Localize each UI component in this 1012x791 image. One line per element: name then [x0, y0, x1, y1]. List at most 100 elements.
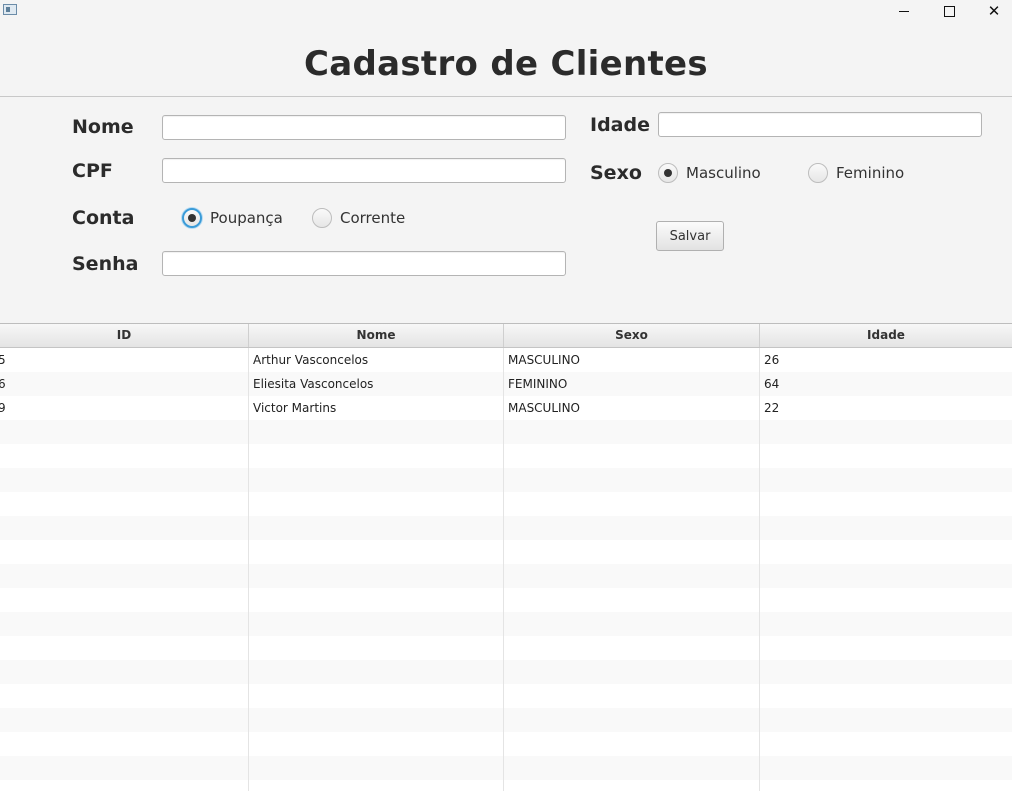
table-cell [760, 612, 1012, 636]
senha-input[interactable] [162, 251, 566, 276]
table-row[interactable] [0, 420, 1012, 444]
table-cell: 26 [764, 353, 780, 367]
table-cell [249, 732, 504, 756]
table-cell: MASCULINO [504, 396, 760, 420]
column-header-idade[interactable]: Idade [760, 324, 1012, 347]
table-cell [0, 444, 249, 468]
table-cell [760, 516, 1012, 540]
table-cell [249, 492, 504, 516]
table-cell [0, 492, 249, 516]
radio-selected-indicator [658, 163, 678, 183]
table-cell [760, 540, 1012, 564]
table-cell [760, 468, 1012, 492]
table-row[interactable] [0, 756, 1012, 780]
sexo-feminino-radio[interactable]: Feminino [808, 163, 904, 183]
table-row[interactable] [0, 612, 1012, 636]
maximize-icon [943, 5, 955, 17]
table-cell [0, 564, 249, 588]
table-cell [504, 516, 760, 540]
minimize-button[interactable] [881, 0, 927, 22]
table-row[interactable] [0, 588, 1012, 612]
table-cell [249, 516, 504, 540]
table-row[interactable] [0, 684, 1012, 708]
table-cell: Victor Martins [249, 396, 504, 420]
cpf-input[interactable] [162, 158, 566, 183]
radio-selected-indicator [182, 208, 202, 228]
table-cell [249, 612, 504, 636]
table-cell [504, 732, 760, 756]
table-cell [760, 636, 1012, 660]
table-cell [0, 612, 249, 636]
table-cell [0, 780, 249, 791]
conta-corrente-radio[interactable]: Corrente [312, 208, 405, 228]
table-cell: 64 [764, 377, 780, 391]
idade-input[interactable] [658, 112, 982, 137]
maximize-button[interactable] [926, 0, 972, 22]
conta-poupanca-radio[interactable]: Poupança [182, 208, 283, 228]
table-cell [0, 684, 249, 708]
table-cell [249, 780, 504, 791]
sexo-masculino-radio[interactable]: Masculino [658, 163, 761, 183]
table-cell [504, 612, 760, 636]
table-row[interactable]: 5Arthur VasconcelosMASCULINO 26 [0, 348, 1012, 372]
table-cell [504, 660, 760, 684]
table-cell [249, 588, 504, 612]
table-cell [0, 420, 249, 444]
table-row[interactable] [0, 732, 1012, 756]
table-cell [760, 564, 1012, 588]
table-cell [504, 588, 760, 612]
table-cell [760, 420, 1012, 444]
page-title: Cadastro de Clientes [304, 44, 708, 84]
column-header-sexo[interactable]: Sexo [504, 324, 760, 347]
app-icon [3, 4, 17, 15]
save-button[interactable]: Salvar [656, 221, 724, 251]
table-cell [760, 588, 1012, 612]
table-cell [504, 756, 760, 780]
table-cell: 9 [0, 396, 249, 420]
table-header: ID Nome Sexo Idade [0, 324, 1012, 348]
table-cell [0, 468, 249, 492]
sexo-masculino-label: Masculino [686, 164, 761, 182]
header-divider [0, 96, 1012, 97]
table-row[interactable] [0, 636, 1012, 660]
table-cell [504, 708, 760, 732]
table-cell [249, 660, 504, 684]
table-cell [249, 468, 504, 492]
table-cell [760, 780, 1012, 791]
cpf-label: CPF [72, 160, 113, 182]
table-row[interactable] [0, 780, 1012, 791]
table-row[interactable] [0, 492, 1012, 516]
table-row[interactable] [0, 708, 1012, 732]
table-cell [504, 468, 760, 492]
conta-poupanca-label: Poupança [210, 209, 283, 227]
table-row[interactable] [0, 660, 1012, 684]
table-row[interactable]: 9Victor MartinsMASCULINO 22 [0, 396, 1012, 420]
table-cell [0, 516, 249, 540]
table-cell [0, 756, 249, 780]
column-header-nome[interactable]: Nome [249, 324, 504, 347]
table-cell [760, 708, 1012, 732]
table-cell: 5 [0, 348, 249, 372]
table-cell [0, 732, 249, 756]
table-cell [0, 540, 249, 564]
close-icon: ✕ [987, 2, 1001, 20]
table-cell [760, 756, 1012, 780]
table-cell: Arthur Vasconcelos [249, 348, 504, 372]
radio-indicator [808, 163, 828, 183]
column-header-id[interactable]: ID [0, 324, 249, 347]
table-row[interactable]: 6Eliesita VasconcelosFEMININO 64 [0, 372, 1012, 396]
clients-table[interactable]: ID Nome Sexo Idade 5Arthur VasconcelosMA… [0, 323, 1012, 791]
nome-input[interactable] [162, 115, 566, 140]
radio-indicator [312, 208, 332, 228]
sexo-feminino-label: Feminino [836, 164, 905, 182]
close-button[interactable]: ✕ [971, 0, 1012, 22]
table-row[interactable] [0, 564, 1012, 588]
idade-label: Idade [590, 114, 650, 136]
table-row[interactable] [0, 468, 1012, 492]
table-cell [760, 732, 1012, 756]
title-bar: ✕ [0, 0, 1012, 22]
table-row[interactable] [0, 444, 1012, 468]
table-cell [504, 780, 760, 791]
table-row[interactable] [0, 516, 1012, 540]
table-row[interactable] [0, 540, 1012, 564]
